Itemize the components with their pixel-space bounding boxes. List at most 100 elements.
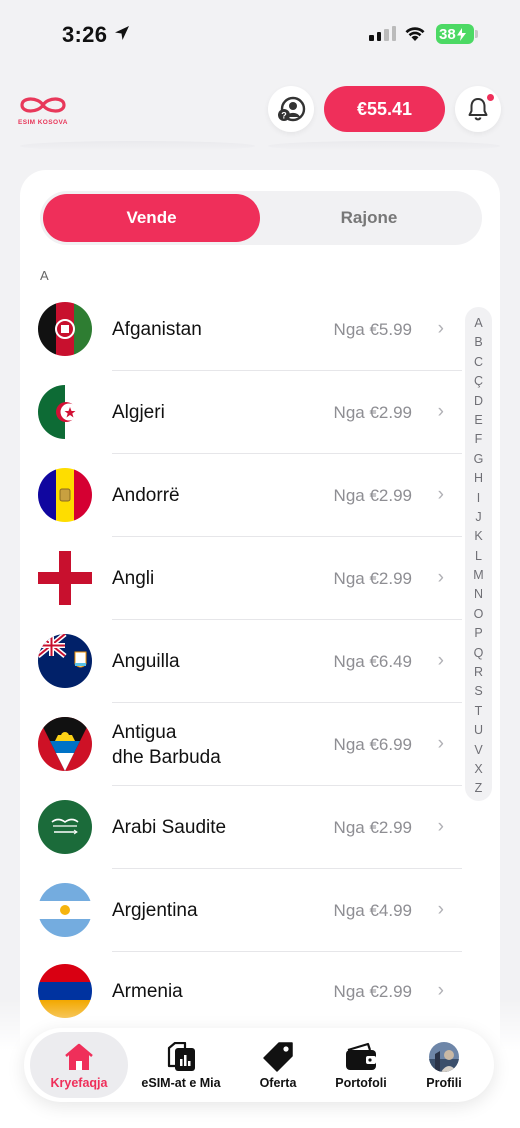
tab-offers[interactable]: Oferta: [240, 1030, 316, 1100]
index-letter[interactable]: V: [474, 741, 482, 760]
index-letter[interactable]: R: [474, 663, 483, 682]
index-letter[interactable]: D: [474, 392, 483, 411]
support-button[interactable]: ?: [268, 86, 314, 132]
tab-label: Profili: [426, 1076, 462, 1090]
section-header-letter: A: [40, 268, 49, 283]
battery-tip: [475, 30, 478, 38]
country-price: Nga €2.99: [333, 818, 412, 837]
country-name: Andorrë: [112, 485, 180, 506]
country-price: Nga €6.99: [333, 735, 412, 754]
avatar-icon: [429, 1042, 459, 1072]
saudi-arabia-flag-icon: [38, 800, 92, 854]
header-divider-right: [268, 141, 500, 151]
country-price: Nga €2.99: [333, 982, 412, 1001]
index-letter[interactable]: C: [474, 353, 483, 372]
country-row-anguilla[interactable]: Anguilla Nga €6.49 ›: [38, 620, 462, 703]
index-letter[interactable]: T: [475, 702, 483, 721]
tab-home[interactable]: Kryefaqja: [30, 1030, 128, 1100]
logo-text: ESIM KOSOVA: [18, 119, 68, 126]
notifications-button[interactable]: [455, 86, 501, 132]
index-letter[interactable]: A: [474, 314, 482, 333]
index-letter[interactable]: H: [474, 469, 483, 488]
tab-label: eSIM-at e Mia: [141, 1076, 221, 1090]
country-name: Argjentina: [112, 900, 198, 921]
tab-my-esims[interactable]: eSIM-at e Mia: [133, 1030, 229, 1100]
index-letter[interactable]: F: [475, 430, 483, 449]
anguilla-flag-icon: [38, 634, 92, 688]
index-letter[interactable]: I: [477, 489, 480, 508]
tab-wallet[interactable]: Portofoli: [322, 1030, 400, 1100]
index-letter[interactable]: K: [474, 527, 482, 546]
tab-profile[interactable]: Profili: [410, 1030, 478, 1100]
index-letter[interactable]: Ç: [474, 372, 483, 391]
country-row-argjentina[interactable]: Argjentina Nga €4.99 ›: [38, 869, 462, 952]
andorra-flag-icon: [38, 468, 92, 522]
country-name: Afganistan: [112, 319, 202, 340]
antigua-barbuda-flag-icon: [38, 717, 92, 771]
chevron-right-icon: ›: [437, 567, 444, 588]
country-price: Nga €5.99: [333, 320, 412, 339]
country-price: Nga €2.99: [333, 569, 412, 588]
chevron-right-icon: ›: [437, 733, 444, 754]
chevron-right-icon: ›: [437, 484, 444, 505]
country-name-line2: dhe Barbuda: [112, 747, 221, 768]
chevron-right-icon: ›: [437, 650, 444, 671]
index-letter[interactable]: P: [474, 624, 482, 643]
battery-indicator: 38: [436, 24, 474, 44]
chevron-right-icon: ›: [437, 816, 444, 837]
index-letter[interactable]: G: [474, 450, 484, 469]
support-agent-icon: ?: [278, 96, 306, 122]
chevron-right-icon: ›: [437, 401, 444, 422]
home-icon: [65, 1043, 93, 1070]
country-row-angli[interactable]: Angli Nga €2.99 ›: [38, 537, 462, 620]
balance-button[interactable]: €55.41: [324, 86, 445, 132]
tab-label: Kryefaqja: [50, 1076, 108, 1090]
country-name-line1: Antigua: [112, 722, 177, 743]
charging-bolt-icon: [456, 27, 466, 41]
index-letter[interactable]: O: [474, 605, 484, 624]
index-letter[interactable]: L: [475, 547, 482, 566]
index-letter[interactable]: J: [475, 508, 481, 527]
cellular-signal-icon: [369, 26, 396, 41]
battery-level: 38: [439, 25, 456, 43]
location-arrow-icon: [115, 26, 129, 40]
england-flag-icon: [38, 551, 92, 605]
tab-countries[interactable]: Vende: [43, 194, 260, 242]
country-row-afganistan[interactable]: Afganistan Nga €5.99 ›: [38, 288, 462, 371]
country-name: Anguilla: [112, 651, 180, 672]
index-letter[interactable]: X: [474, 760, 482, 779]
afghanistan-flag-icon: [38, 302, 92, 356]
sim-card-icon: [167, 1042, 195, 1071]
tab-regions[interactable]: Rajone: [262, 194, 476, 242]
chevron-right-icon: ›: [437, 318, 444, 339]
wifi-icon: [405, 27, 425, 41]
index-letter[interactable]: M: [473, 566, 483, 585]
country-price: Nga €6.49: [333, 652, 412, 671]
country-price: Nga €4.99: [333, 901, 412, 920]
chevron-right-icon: ›: [437, 899, 444, 920]
header-divider-left: [20, 141, 255, 151]
notification-badge: [486, 93, 495, 102]
country-name: Angli: [112, 568, 155, 589]
wallet-icon: [346, 1042, 376, 1070]
tag-icon: [263, 1042, 293, 1072]
index-letter[interactable]: N: [474, 585, 483, 604]
country-row-andorre[interactable]: Andorrë Nga €2.99 ›: [38, 454, 462, 537]
index-letter[interactable]: E: [474, 411, 482, 430]
index-letter[interactable]: Z: [475, 779, 483, 798]
status-bar: 3:26 38: [0, 0, 520, 70]
country-row-arabi-saudite[interactable]: Arabi Saudite Nga €2.99 ›: [38, 786, 462, 869]
country-row-antigua-barbuda[interactable]: Antigua dhe Barbuda Nga €6.99 ›: [38, 703, 462, 786]
argentina-flag-icon: [38, 883, 92, 937]
index-letter[interactable]: B: [474, 333, 482, 352]
index-letter[interactable]: S: [474, 682, 482, 701]
alphabet-index[interactable]: ABCÇDEFGHIJKLMNOPQRSTUVXZ: [465, 307, 492, 801]
country-row-algjeri[interactable]: Algjeri Nga €2.99 ›: [38, 371, 462, 454]
svg-text:?: ?: [281, 111, 287, 121]
algeria-flag-icon: [38, 385, 92, 439]
index-letter[interactable]: Q: [474, 644, 484, 663]
chevron-right-icon: ›: [437, 980, 444, 1001]
index-letter[interactable]: U: [474, 721, 483, 740]
tab-label: Oferta: [259, 1076, 297, 1090]
country-name: Algjeri: [112, 402, 165, 423]
